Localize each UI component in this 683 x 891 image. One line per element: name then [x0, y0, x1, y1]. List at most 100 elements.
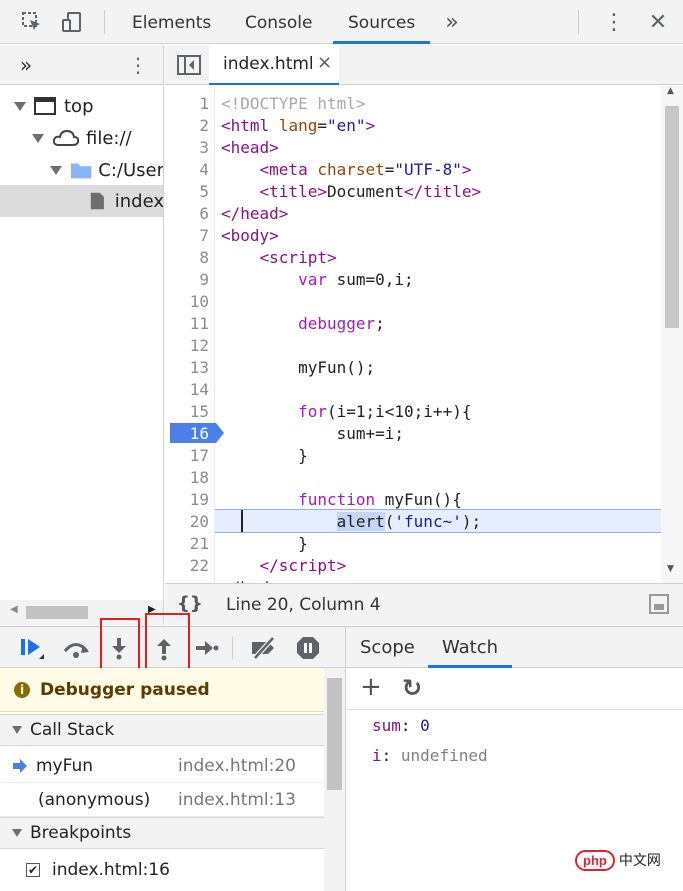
line-number[interactable]: 1	[165, 93, 209, 115]
watermark-badge: php	[575, 849, 615, 871]
tab-elements[interactable]: Elements	[132, 0, 211, 44]
code-line: sum+=i;	[221, 424, 405, 443]
scrollbar-thumb[interactable]	[327, 678, 342, 790]
step-over-icon[interactable]	[56, 627, 96, 669]
toolbar-divider	[578, 10, 579, 34]
toggle-navigator-icon[interactable]	[169, 45, 209, 85]
pretty-print-icon[interactable]: {}	[177, 593, 203, 614]
inspect-element-icon[interactable]	[12, 0, 52, 44]
line-number[interactable]: 4	[165, 159, 209, 181]
expand-arrow-icon[interactable]	[50, 165, 62, 175]
line-number[interactable]: 5	[165, 181, 209, 203]
debugger-scrollbar[interactable]	[324, 668, 345, 891]
refresh-icon[interactable]: ↻	[402, 674, 422, 702]
device-toolbar-icon[interactable]	[52, 0, 92, 44]
folder-icon	[70, 163, 92, 179]
expand-arrow-icon[interactable]	[14, 101, 26, 111]
close-tab-icon[interactable]: ×	[317, 52, 332, 73]
collapse-arrow-icon[interactable]	[12, 829, 22, 837]
line-number[interactable]: 2	[165, 115, 209, 137]
line-number[interactable]: 3	[165, 137, 209, 159]
line-number[interactable]: 14	[165, 379, 209, 401]
watch-item[interactable]: i: undefined	[372, 746, 488, 765]
navigator-menu-icon[interactable]: ⋮	[118, 45, 158, 85]
scrollbar-thumb[interactable]	[26, 606, 88, 619]
tab-sources[interactable]: Sources	[333, 0, 431, 44]
line-number[interactable]: 7	[165, 225, 209, 247]
watch-value: undefined	[400, 746, 488, 765]
watch-name: i	[372, 746, 382, 765]
tab-watch[interactable]: Watch	[428, 627, 513, 668]
frame-location[interactable]: index.html:13	[178, 790, 296, 810]
editor-tab-index[interactable]: index.html ×	[209, 45, 339, 85]
scroll-down-icon[interactable]: ▼	[667, 564, 674, 574]
line-number[interactable]: 19	[165, 489, 209, 511]
expand-arrow-icon[interactable]	[32, 133, 44, 143]
tab-scope[interactable]: Scope	[360, 627, 415, 668]
step-icon[interactable]	[186, 627, 226, 669]
devtools-toolbar: Elements Console Sources » ⋮ ✕	[0, 0, 683, 44]
line-number[interactable]: 21	[165, 533, 209, 555]
frame-name: (anonymous)	[38, 789, 151, 810]
code-line: </script>	[259, 556, 347, 575]
tree-item-index[interactable]: index	[0, 185, 163, 217]
deactivate-breakpoints-icon[interactable]	[244, 627, 284, 669]
close-icon[interactable]: ✕	[638, 0, 678, 44]
more-panes-icon[interactable]: »	[6, 45, 46, 85]
line-number[interactable]: 6	[165, 203, 209, 225]
line-number[interactable]: 15	[165, 401, 209, 423]
paused-label: Debugger paused	[40, 679, 210, 700]
code-line: alert('func~');	[336, 512, 482, 531]
line-number[interactable]: 20	[165, 511, 209, 533]
scrollbar-thumb[interactable]	[665, 106, 679, 328]
code-editor[interactable]: 1 2 3 4 5 6 7 8 9 10 11 12 13 14 15 16 17 18 19 20 21 22 <!DO…	[165, 86, 683, 583]
frame-name: myFun	[36, 755, 94, 776]
debugger-toolbar	[0, 613, 345, 683]
line-number[interactable]: 13	[165, 357, 209, 379]
coverage-icon[interactable]	[649, 594, 669, 614]
tree-item-label: file://	[86, 127, 132, 149]
line-number[interactable]: 16	[165, 423, 209, 445]
watch-item[interactable]: sum: 0	[372, 716, 430, 735]
code-line: <title>Document</title>	[259, 182, 482, 201]
breakpoint-item[interactable]: ✔ index.html:16	[0, 853, 324, 887]
code-line: myFun();	[221, 358, 376, 377]
tree-item-folder[interactable]: C:/User	[0, 154, 163, 186]
section-title: Breakpoints	[30, 823, 132, 843]
line-number[interactable]: 9	[165, 269, 209, 291]
callstack-frame[interactable]: myFun index.html:20	[0, 749, 324, 783]
callstack-header[interactable]: Call Stack	[0, 714, 324, 746]
tab-console[interactable]: Console	[245, 0, 313, 44]
toolbar-divider	[104, 10, 105, 34]
code-line: <body>	[221, 226, 279, 245]
line-number[interactable]: 17	[165, 445, 209, 467]
line-number[interactable]: 8	[165, 247, 209, 269]
site-watermark: php 中文网	[575, 846, 673, 874]
line-number[interactable]: 22	[165, 555, 209, 577]
watch-toolbar: + ↻	[345, 668, 683, 710]
kebab-menu-icon[interactable]: ⋮	[594, 0, 634, 44]
callstack-frame[interactable]: (anonymous) index.html:13	[0, 783, 324, 817]
breakpoints-header[interactable]: Breakpoints	[0, 817, 324, 849]
line-number[interactable]: 12	[165, 335, 209, 357]
more-tabs-icon[interactable]: »	[432, 0, 472, 44]
breakpoint-checkbox[interactable]: ✔	[26, 863, 40, 877]
resume-icon[interactable]	[12, 627, 52, 669]
tree-item-file[interactable]: file://	[0, 122, 163, 154]
editor-tab-label: index.html	[223, 54, 314, 74]
collapse-arrow-icon[interactable]	[12, 726, 22, 734]
line-number[interactable]: 18	[165, 467, 209, 489]
add-watch-icon[interactable]: +	[360, 672, 382, 702]
code-line: <head>	[221, 138, 279, 157]
line-number[interactable]: 11	[165, 313, 209, 335]
scroll-up-icon[interactable]: ▲	[667, 86, 674, 96]
code-line: <meta charset="UTF-8">	[259, 160, 472, 179]
code-line: }	[221, 534, 308, 553]
scroll-left-icon[interactable]: ◀	[10, 604, 18, 615]
frame-location[interactable]: index.html:20	[178, 756, 296, 776]
tree-item-top[interactable]: top	[0, 90, 163, 122]
line-number[interactable]: 10	[165, 291, 209, 313]
toolbar-divider	[232, 637, 233, 659]
pause-on-exceptions-icon[interactable]	[288, 627, 328, 669]
editor-vertical-scrollbar[interactable]: ▲ ▼	[661, 86, 683, 583]
